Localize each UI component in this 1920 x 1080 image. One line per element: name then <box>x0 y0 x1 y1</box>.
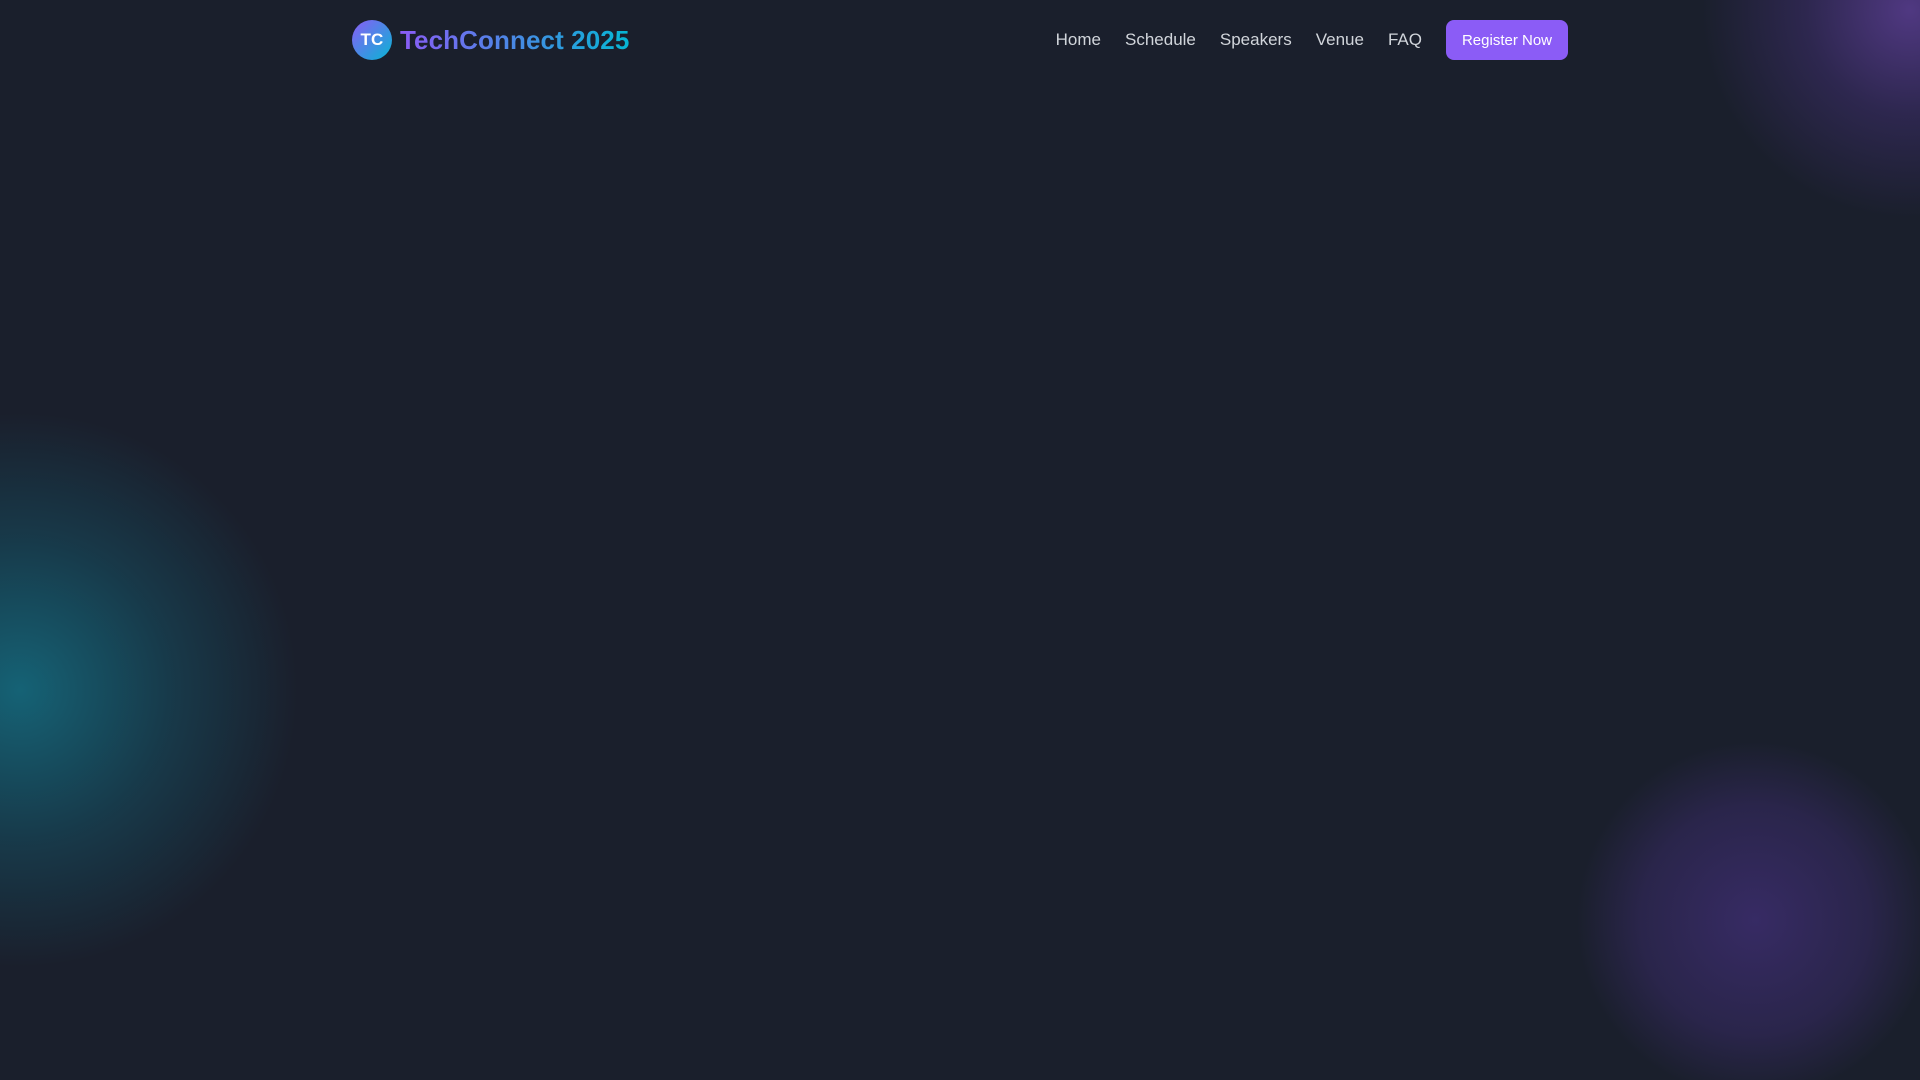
nav-link-speakers[interactable]: Speakers <box>1220 30 1292 50</box>
register-now-button[interactable]: Register Now <box>1445 20 1568 60</box>
navbar: TC TechConnect 2025 Home Schedule Speake… <box>352 20 1568 60</box>
background-glow-top-right <box>1700 0 1920 220</box>
nav-link-home[interactable]: Home <box>1056 30 1101 50</box>
nav-link-faq[interactable]: FAQ <box>1388 30 1422 50</box>
nav-link-schedule[interactable]: Schedule <box>1125 30 1196 50</box>
brand-name: TechConnect 2025 <box>400 24 630 55</box>
brand[interactable]: TC TechConnect 2025 <box>352 20 629 60</box>
page: TC TechConnect 2025 Home Schedule Speake… <box>0 0 1920 1080</box>
logo-badge: TC <box>352 20 392 60</box>
logo-text: TC <box>360 30 384 49</box>
nav-link-venue[interactable]: Venue <box>1316 30 1364 50</box>
main-nav: Home Schedule Speakers Venue FAQ Registe… <box>1056 20 1568 60</box>
background-glow-bottom-right <box>1575 740 1920 1080</box>
background-glow-left <box>0 410 300 970</box>
